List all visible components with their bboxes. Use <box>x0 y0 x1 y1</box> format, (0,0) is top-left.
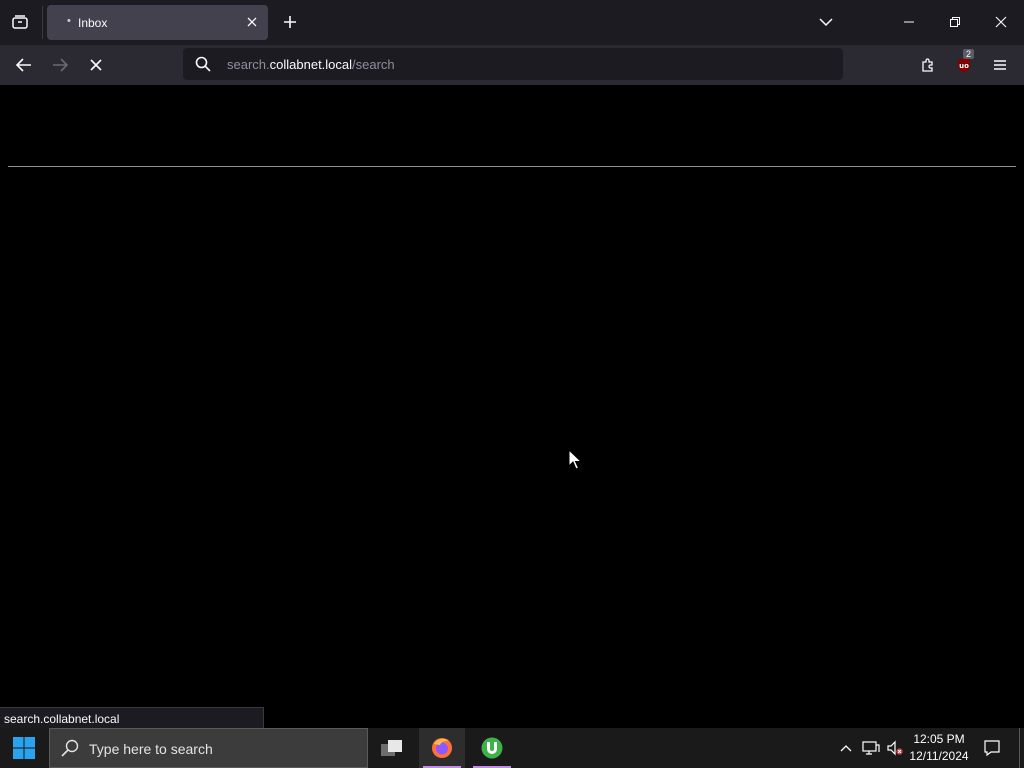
navigation-toolbar: search.collabnet.local/search uo 2 <box>0 45 1024 85</box>
clock-date: 12/11/2024 <box>909 749 969 763</box>
forward-button[interactable] <box>47 53 73 77</box>
plus-icon <box>284 16 296 28</box>
extension-badge: 2 <box>963 49 975 59</box>
restore-button[interactable] <box>940 8 970 36</box>
utorrent-icon <box>481 737 503 759</box>
restore-icon <box>950 17 960 27</box>
volume-muted-icon <box>887 740 903 756</box>
svg-text:uo: uo <box>959 62 969 70</box>
tab-loading-indicator: • <box>67 15 71 27</box>
tab-title: Inbox <box>78 16 108 30</box>
stop-icon <box>90 59 102 71</box>
task-view-button[interactable] <box>369 728 415 768</box>
chevron-down-icon <box>819 18 833 27</box>
firefox-icon <box>432 738 452 758</box>
page-content <box>0 85 1024 728</box>
status-bar: search.collabnet.local <box>0 707 264 728</box>
tab-separator <box>42 6 43 39</box>
taskbar-clock[interactable]: 12:05 PM 12/11/2024 <box>904 731 974 765</box>
list-all-tabs-button[interactable] <box>811 8 841 36</box>
notification-center-button[interactable] <box>978 728 1006 768</box>
url-text: search.collabnet.local/search <box>227 57 395 72</box>
network-button[interactable] <box>860 728 882 768</box>
minimize-icon <box>904 21 914 23</box>
start-button[interactable] <box>0 728 48 768</box>
address-bar[interactable]: search.collabnet.local/search <box>183 48 843 80</box>
stop-loading-button[interactable] <box>83 53 109 77</box>
new-tab-button[interactable] <box>279 11 301 33</box>
arrow-left-icon <box>16 58 31 72</box>
tab-close-button[interactable] <box>244 14 260 30</box>
close-icon <box>247 17 257 27</box>
chevron-up-icon <box>840 745 852 752</box>
back-button[interactable] <box>11 53 37 77</box>
windows-taskbar: Type here to search 12:05 PM 12/11/2024 <box>0 728 1024 768</box>
taskbar-firefox[interactable] <box>419 728 465 768</box>
taskbar-search-placeholder: Type here to search <box>89 741 213 757</box>
hamburger-menu-icon <box>994 60 1006 70</box>
tab-inbox[interactable]: • Inbox <box>47 5 268 40</box>
taskbar-search-box[interactable]: Type here to search <box>49 728 368 768</box>
url-prefix: search. <box>227 57 270 72</box>
close-window-button[interactable] <box>986 8 1016 36</box>
search-icon <box>195 56 211 72</box>
extensions-button[interactable] <box>915 53 941 77</box>
close-icon <box>995 16 1007 28</box>
firefox-view-button[interactable] <box>8 10 32 34</box>
app-menu-button[interactable] <box>987 53 1013 77</box>
task-view-icon <box>381 740 402 756</box>
taskbar-utorrent[interactable] <box>469 728 515 768</box>
horizontal-rule <box>8 166 1016 167</box>
volume-button[interactable] <box>884 728 906 768</box>
browser-titlebar: • Inbox <box>0 0 1024 45</box>
url-path: /search <box>352 57 395 72</box>
mouse-cursor-icon <box>568 449 582 470</box>
show-hidden-icons-button[interactable] <box>836 728 856 768</box>
windows-logo-icon <box>13 737 35 759</box>
ublock-extension-button[interactable]: uo 2 <box>951 49 977 77</box>
notification-icon <box>984 740 1000 757</box>
firefox-view-icon <box>12 15 28 29</box>
search-icon <box>61 739 79 757</box>
show-desktop-button[interactable] <box>1019 728 1024 768</box>
url-host: collabnet.local <box>269 57 353 72</box>
arrow-right-icon <box>53 58 68 72</box>
puzzle-icon <box>922 58 933 72</box>
network-icon <box>862 741 880 755</box>
clock-time: 12:05 PM <box>913 732 965 746</box>
minimize-button[interactable] <box>894 8 924 36</box>
